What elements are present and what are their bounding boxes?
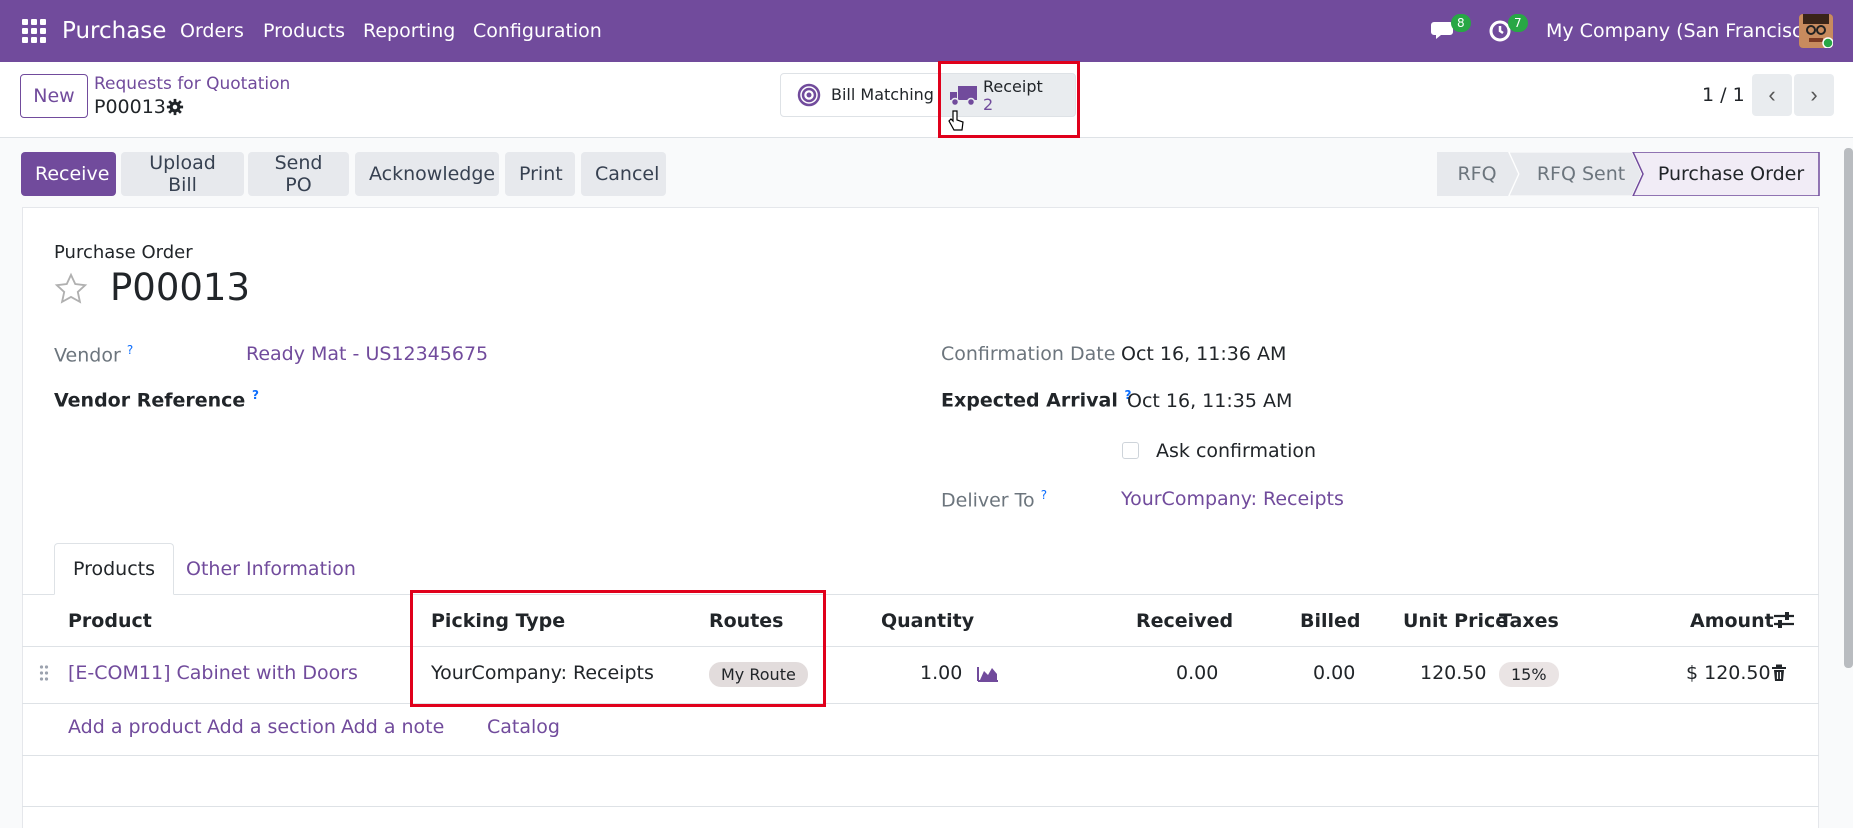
confirmation-date-label: Confirmation Date — [941, 343, 1116, 365]
expected-arrival-label: Expected Arrival ? — [941, 388, 1132, 412]
column-unit-price[interactable]: Unit Price — [1403, 610, 1508, 632]
pager-previous-button[interactable]: ‹ — [1752, 74, 1792, 116]
stage-rfq-sent[interactable]: RFQ Sent — [1519, 152, 1643, 196]
vendor-reference-label: Vendor Reference ? — [54, 388, 259, 412]
bill-matching-label: Bill Matching — [831, 85, 934, 104]
vendor-label: Vendor ? — [54, 343, 134, 367]
vendor-field[interactable]: Ready Mat - US12345675 — [246, 343, 488, 365]
send-po-button[interactable]: Send PO — [248, 152, 349, 196]
new-button[interactable]: New — [20, 74, 88, 118]
confirmation-date-field[interactable]: Oct 16, 11:36 AM — [1121, 343, 1286, 365]
catalog-link[interactable]: Catalog — [487, 716, 560, 738]
stage-rfq[interactable]: RFQ — [1437, 152, 1517, 196]
breadcrumb-current: P00013 — [94, 96, 166, 118]
cell-billed[interactable]: 0.00 — [1313, 662, 1355, 684]
breadcrumb-parent[interactable]: Requests for Quotation — [94, 74, 290, 94]
user-avatar[interactable] — [1799, 14, 1833, 48]
column-billed[interactable]: Billed — [1300, 610, 1361, 632]
column-amount[interactable]: Amount — [1690, 610, 1774, 632]
receipt-label: Receipt — [983, 77, 1043, 96]
hand-cursor-icon — [948, 110, 964, 131]
cell-tax-tag[interactable]: 15% — [1499, 662, 1559, 687]
trash-icon[interactable] — [1771, 664, 1787, 682]
form-type-label: Purchase Order — [54, 242, 193, 263]
column-settings-icon[interactable] — [1773, 610, 1795, 630]
top-navbar: Purchase Orders Products Reporting Confi… — [0, 0, 1853, 62]
app-title[interactable]: Purchase — [62, 18, 166, 44]
receive-button[interactable]: Receive — [21, 152, 116, 196]
cell-received[interactable]: 0.00 — [1176, 662, 1218, 684]
bill-matching-button[interactable]: Bill Matching — [780, 73, 940, 117]
favorite-star-icon[interactable] — [54, 272, 88, 306]
add-note-link[interactable]: Add a note — [341, 716, 444, 738]
form-title: P00013 — [110, 266, 251, 309]
gear-icon[interactable] — [166, 98, 184, 116]
column-picking-type[interactable]: Picking Type — [431, 610, 565, 632]
cell-unit-price[interactable]: 120.50 — [1420, 662, 1486, 684]
menu-products[interactable]: Products — [263, 20, 345, 42]
ask-confirmation-label[interactable]: Ask confirmation — [1156, 440, 1316, 462]
receipt-count: 2 — [983, 95, 994, 114]
activities-badge: 7 — [1508, 14, 1528, 32]
column-quantity[interactable]: Quantity — [881, 610, 974, 632]
cell-amount: $ 120.50 — [1686, 662, 1771, 684]
tab-products[interactable]: Products — [54, 543, 174, 595]
menu-orders[interactable]: Orders — [180, 20, 244, 42]
add-product-link[interactable]: Add a product — [68, 716, 202, 738]
apps-menu-icon[interactable] — [22, 19, 46, 43]
column-taxes[interactable]: Taxes — [1499, 610, 1559, 632]
cell-picking-type[interactable]: YourCompany: Receipts — [431, 662, 654, 684]
company-switcher[interactable]: My Company (San Francisco) — [1546, 20, 1821, 42]
add-line-divider — [22, 755, 1819, 756]
upload-bill-button[interactable]: Upload Bill — [121, 152, 244, 196]
deliver-to-label: Deliver To ? — [941, 488, 1048, 512]
pager-next-button[interactable]: › — [1794, 74, 1834, 116]
acknowledge-button[interactable]: Acknowledge — [355, 152, 499, 196]
empty-row-divider — [22, 806, 1819, 807]
print-button[interactable]: Print — [505, 152, 575, 196]
menu-reporting[interactable]: Reporting — [363, 20, 455, 42]
control-panel: New Requests for Quotation P00013 Bill M… — [0, 62, 1853, 138]
column-received[interactable]: Received — [1136, 610, 1233, 632]
cell-quantity[interactable]: 1.00 — [920, 662, 962, 684]
column-product[interactable]: Product — [68, 610, 152, 632]
page-scrollbar[interactable] — [1844, 148, 1853, 668]
tab-other-information[interactable]: Other Information — [180, 543, 362, 595]
messages-badge: 8 — [1451, 14, 1471, 32]
cell-product[interactable]: [E-COM11] Cabinet with Doors — [68, 662, 358, 684]
row-divider — [22, 703, 1819, 704]
add-section-link[interactable]: Add a section — [207, 716, 336, 738]
expected-arrival-field[interactable]: Oct 16, 11:35 AM — [1127, 390, 1292, 412]
header-divider — [22, 646, 1819, 647]
forecast-chart-icon[interactable] — [977, 664, 999, 682]
stage-purchase-order: Purchase Order — [1657, 163, 1805, 185]
pager-value[interactable]: 1 / 1 — [1702, 84, 1745, 106]
column-routes[interactable]: Routes — [709, 610, 784, 632]
cell-route-tag[interactable]: My Route — [709, 662, 808, 687]
truck-icon — [950, 86, 977, 107]
drag-handle-icon[interactable] — [39, 664, 49, 682]
cancel-button[interactable]: Cancel — [581, 152, 666, 196]
menu-configuration[interactable]: Configuration — [473, 20, 602, 42]
deliver-to-field[interactable]: YourCompany: Receipts — [1121, 488, 1344, 510]
target-icon — [797, 83, 821, 107]
ask-confirmation-checkbox[interactable] — [1122, 442, 1139, 459]
